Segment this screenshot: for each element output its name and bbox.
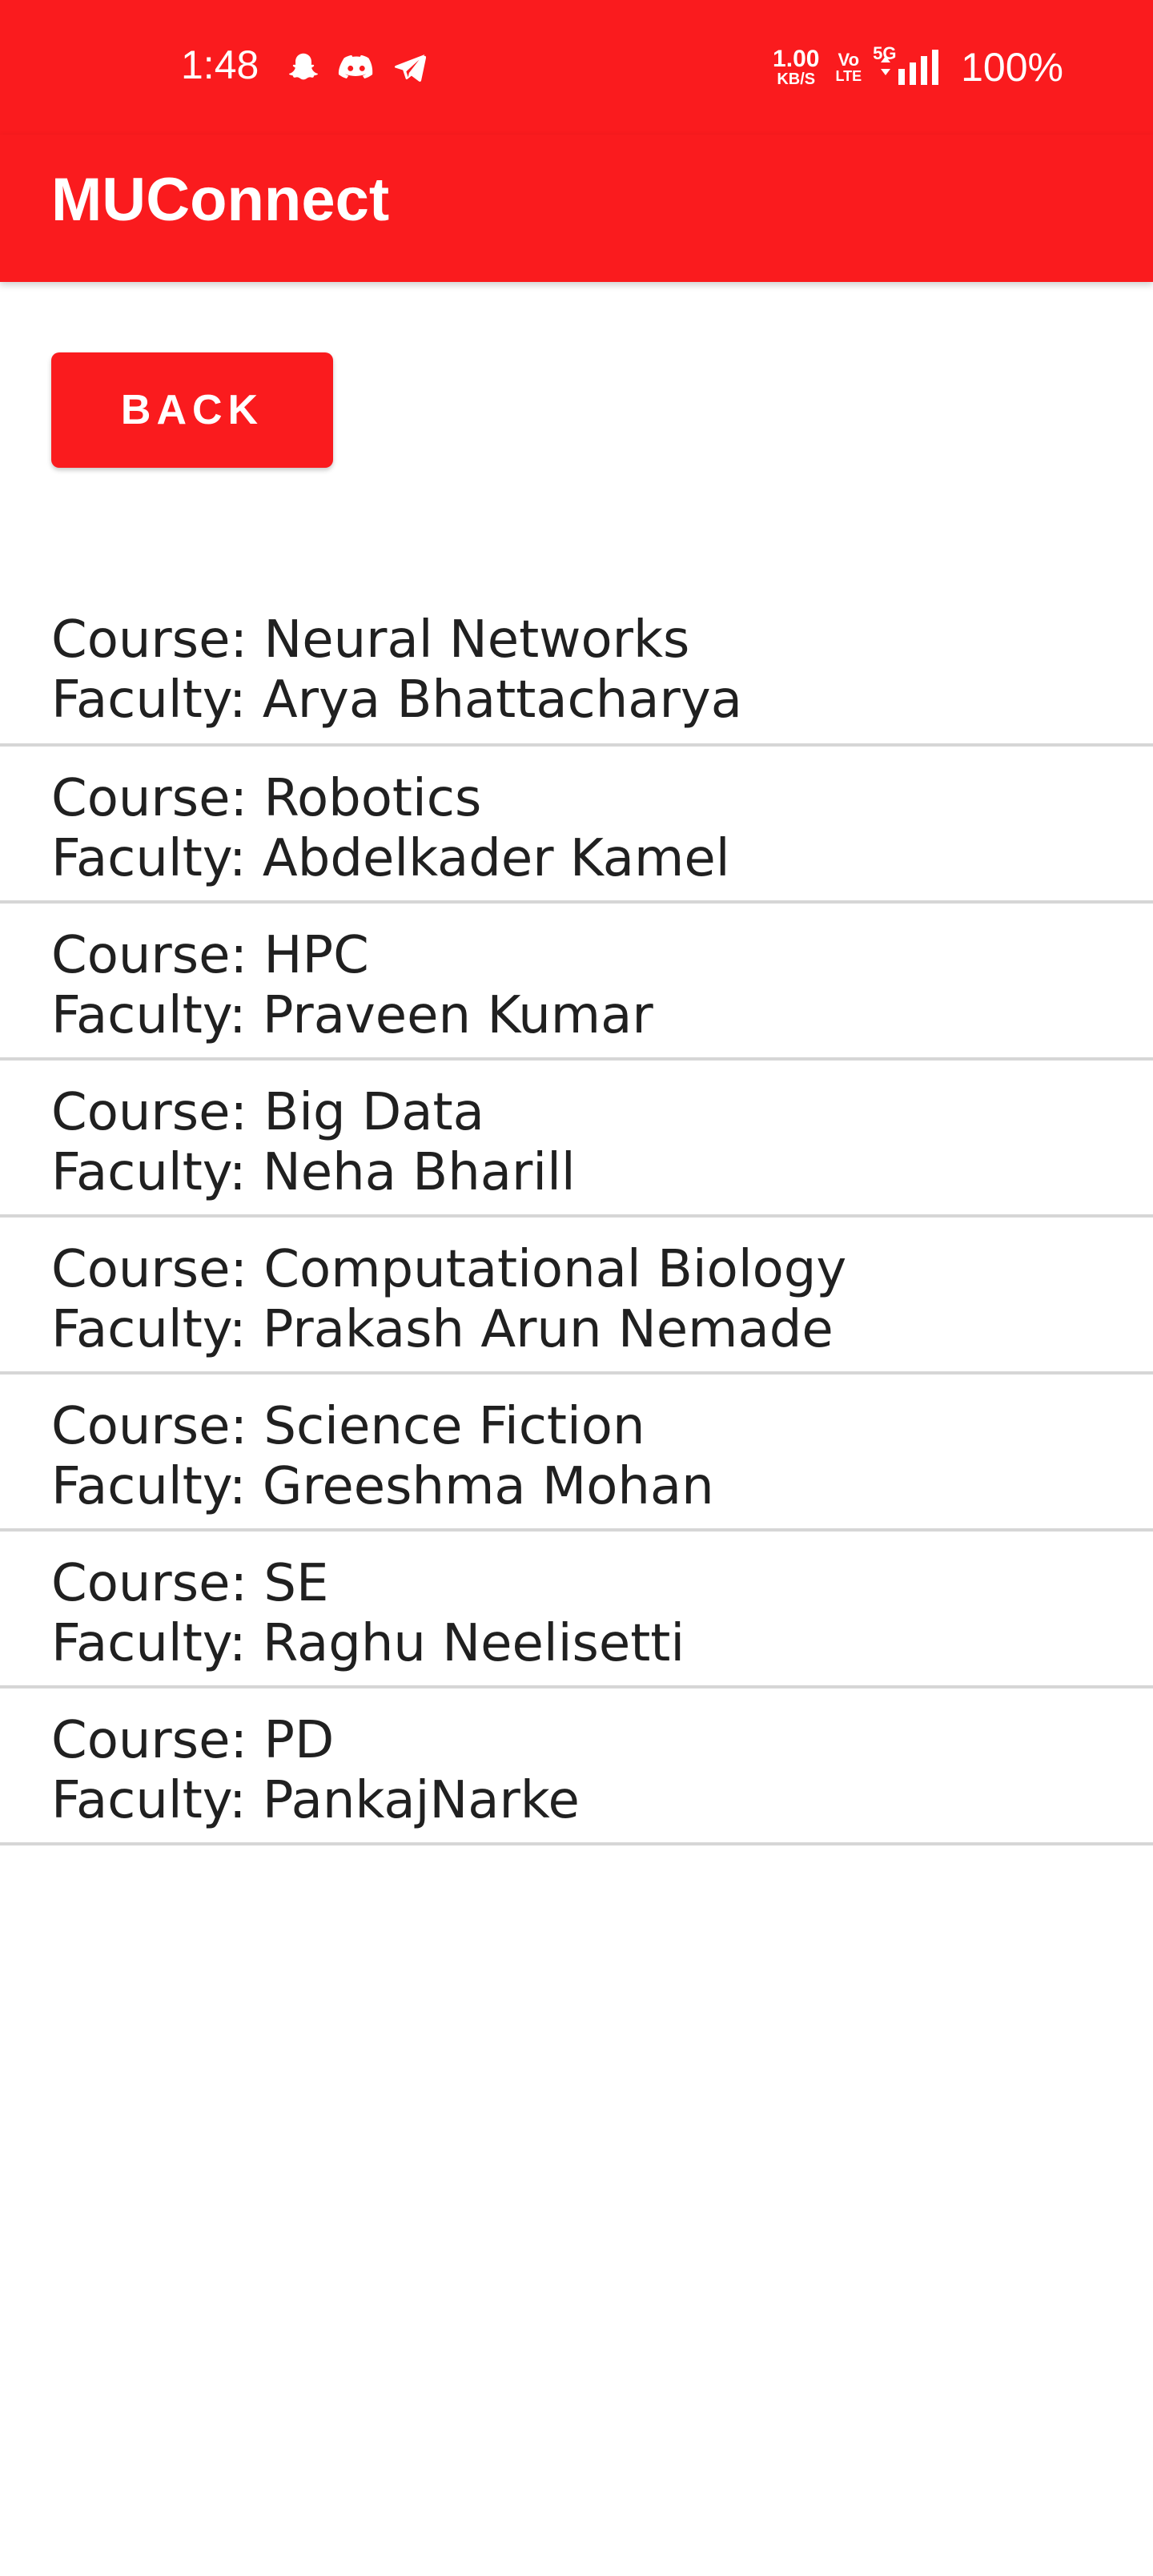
course-name: Course: Computational Biology bbox=[51, 1240, 847, 1299]
course-name: Course: HPC bbox=[51, 926, 369, 985]
network-speed-value: 1.00 bbox=[773, 46, 820, 72]
snapchat-icon bbox=[285, 50, 322, 87]
faculty-name: Faculty: Neha Bharill bbox=[51, 1143, 576, 1202]
list-item[interactable]: Course: Big Data Faculty: Neha Bharill bbox=[0, 1061, 1153, 1218]
faculty-name: Faculty: Abdelkader Kamel bbox=[51, 829, 730, 888]
app-title: MUConnect bbox=[51, 166, 390, 234]
list-item[interactable]: Course: HPC Faculty: Praveen Kumar bbox=[0, 904, 1153, 1061]
list-item[interactable]: Course: Robotics Faculty: Abdelkader Kam… bbox=[0, 747, 1153, 904]
status-time: 1:48 bbox=[181, 42, 259, 87]
signal-5g-icon: 5G bbox=[873, 43, 945, 87]
course-name: Course: Science Fiction bbox=[51, 1397, 645, 1456]
network-type: 5G bbox=[873, 43, 897, 63]
faculty-name: Faculty: Arya Bhattacharya bbox=[51, 670, 742, 730]
course-list: Course: Neural Networks Faculty: Arya Bh… bbox=[0, 588, 1153, 1845]
network-speed: 1.00 KB/S bbox=[773, 46, 820, 88]
notification-icons bbox=[285, 46, 429, 90]
discord-icon bbox=[336, 50, 376, 87]
faculty-name: Faculty: Praveen Kumar bbox=[51, 986, 653, 1045]
faculty-name: Faculty: Raghu Neelisetti bbox=[51, 1614, 685, 1673]
list-item[interactable]: Course: SE Faculty: Raghu Neelisetti bbox=[0, 1532, 1153, 1688]
network-speed-unit: KB/S bbox=[777, 70, 816, 88]
back-button[interactable]: BACK bbox=[51, 352, 333, 468]
battery-percentage: 100% bbox=[961, 45, 1063, 90]
course-name: Course: SE bbox=[51, 1554, 329, 1613]
list-item[interactable]: Course: Computational Biology Faculty: P… bbox=[0, 1218, 1153, 1375]
course-name: Course: Neural Networks bbox=[51, 610, 690, 670]
status-bar: 1:48 1.00 KB/S Vo LTE 5G 100% bbox=[0, 0, 1153, 135]
list-item[interactable]: Course: Neural Networks Faculty: Arya Bh… bbox=[0, 588, 1153, 747]
course-name: Course: PD bbox=[51, 1711, 335, 1770]
course-name: Course: Big Data bbox=[51, 1083, 484, 1142]
list-item[interactable]: Course: Science Fiction Faculty: Greeshm… bbox=[0, 1375, 1153, 1532]
system-icons: 1.00 KB/S Vo LTE 5G 100% bbox=[773, 38, 1063, 96]
course-name: Course: Robotics bbox=[51, 769, 482, 828]
faculty-name: Faculty: PankajNarke bbox=[51, 1771, 580, 1830]
volte-indicator: Vo LTE bbox=[835, 50, 862, 84]
faculty-name: Faculty: Greeshma Mohan bbox=[51, 1457, 714, 1516]
list-item[interactable]: Course: PD Faculty: PankajNarke bbox=[0, 1688, 1153, 1845]
faculty-name: Faculty: Prakash Arun Nemade bbox=[51, 1300, 834, 1359]
telegram-icon bbox=[391, 50, 429, 87]
